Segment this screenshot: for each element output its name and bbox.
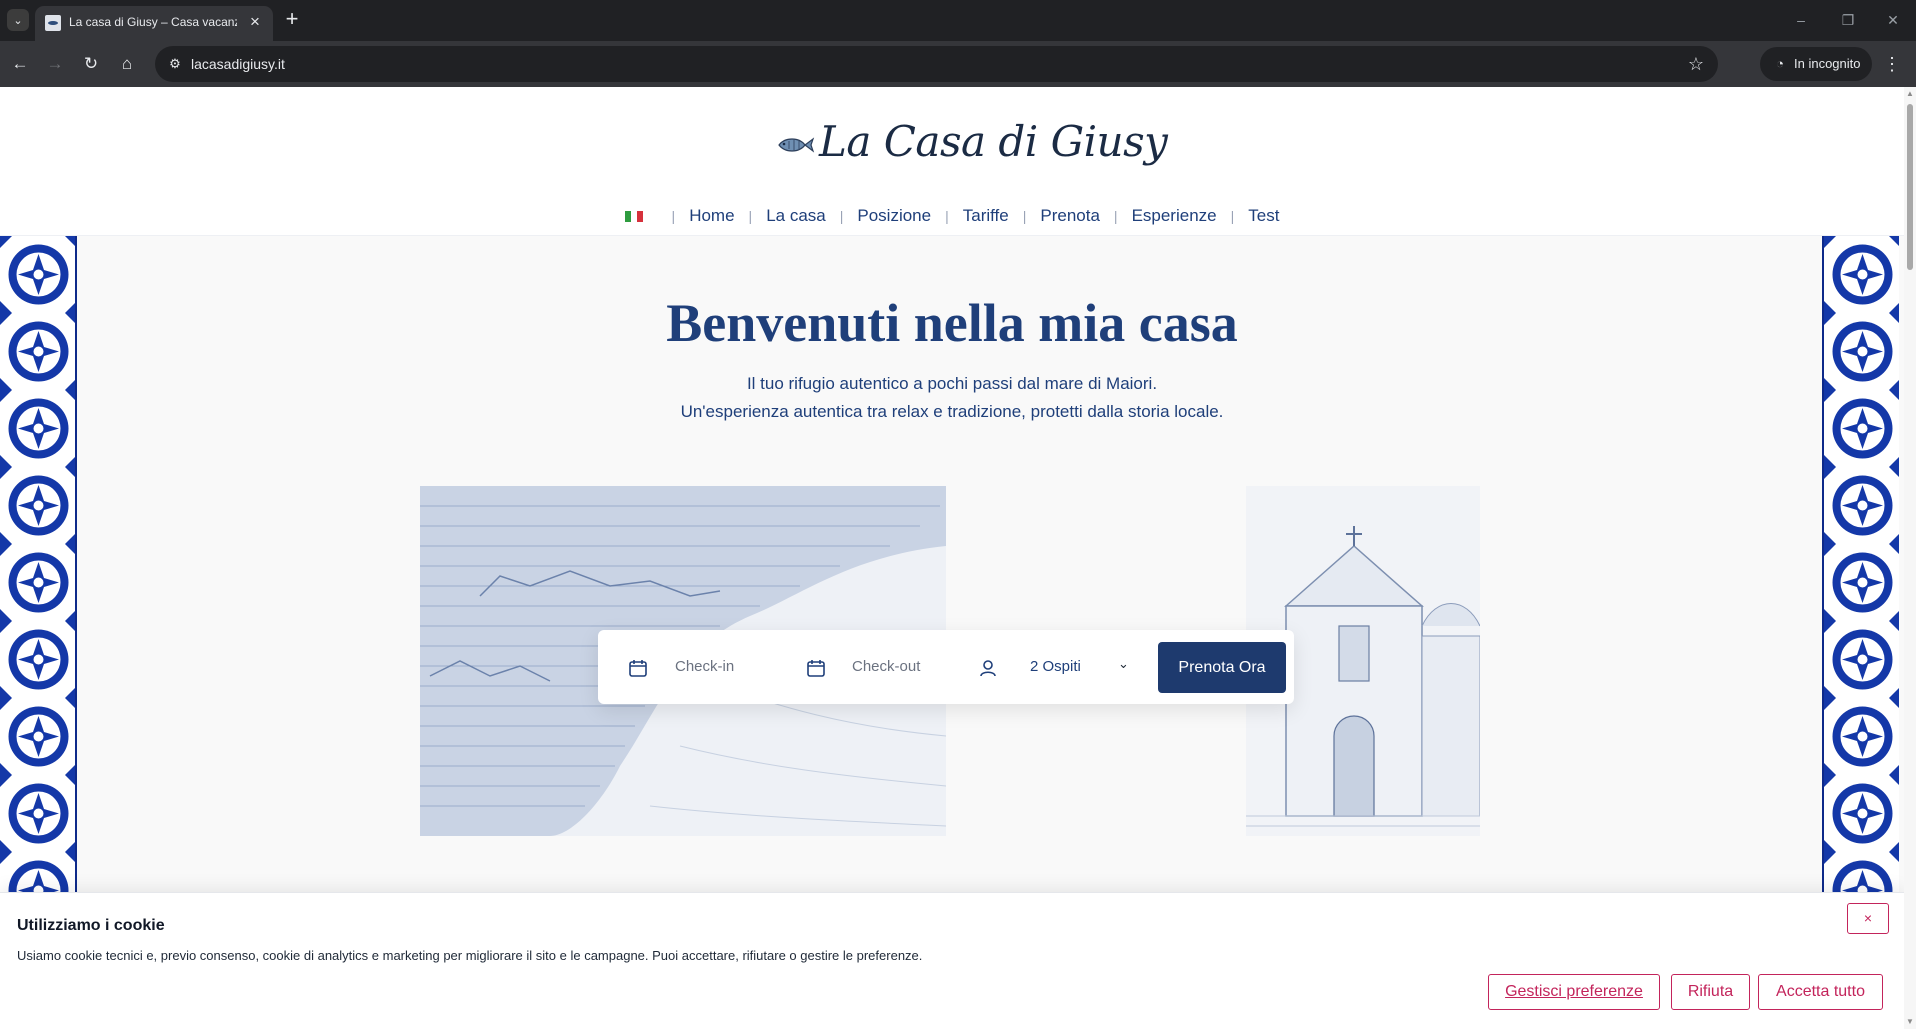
tab-close-icon[interactable]: ×: [245, 12, 265, 32]
page-viewport: La Casa di Giusy | Home | La casa | Posi…: [0, 87, 1904, 1029]
url-text[interactable]: lacasadigiusy.it: [191, 56, 285, 72]
nav-separator: |: [839, 208, 844, 224]
tab-search-chevron-icon[interactable]: ⌄: [7, 9, 29, 31]
site-header: La Casa di Giusy | Home | La casa | Posi…: [0, 87, 1904, 236]
cookie-banner: Utilizziamo i cookie Usiamo cookie tecni…: [0, 892, 1904, 1029]
nav-home[interactable]: Home: [689, 206, 734, 226]
cookie-description: Usiamo cookie tecnici e, previo consenso…: [17, 948, 923, 963]
user-icon: [980, 660, 996, 677]
bookmark-star-icon[interactable]: ☆: [1684, 52, 1708, 76]
cookie-close-button[interactable]: ×: [1847, 903, 1889, 934]
checkout-field[interactable]: Check-out: [852, 658, 920, 675]
main-navigation: | Home | La casa | Posizione | Tariffe |…: [0, 206, 1904, 226]
manage-preferences-button[interactable]: Gestisci preferenze: [1488, 974, 1660, 1010]
hero-subtitle-line1: Il tuo rifugio autentico a pochi passi d…: [746, 374, 1158, 393]
site-logo[interactable]: La Casa di Giusy: [775, 117, 1168, 177]
fish-logo-icon: [778, 137, 815, 153]
italian-flag-icon[interactable]: [624, 210, 643, 222]
nav-separator: |: [1022, 208, 1027, 224]
calendar-icon: [807, 660, 825, 677]
logo-text: La Casa di Giusy: [819, 117, 1168, 166]
back-arrow-icon[interactable]: ←: [8, 52, 32, 76]
window-minimize-button[interactable]: –: [1786, 8, 1816, 32]
browser-tab-active[interactable]: La casa di Giusy – Casa vacanze ×: [35, 6, 273, 41]
hero-title: Benvenuti nella mia casa: [666, 293, 1238, 353]
calendar-icon: [629, 660, 647, 677]
hero-subtitle-line2: Un'esperienza autentica tra relax e trad…: [680, 402, 1224, 421]
incognito-indicator[interactable]: ◔ In incognito: [1760, 47, 1872, 81]
nav-test[interactable]: Test: [1248, 206, 1279, 226]
nav-separator: |: [1113, 208, 1118, 224]
new-tab-button[interactable]: +: [280, 8, 304, 32]
browser-menu-icon[interactable]: ⋮: [1880, 52, 1904, 76]
scrollbar-thumb[interactable]: [1907, 104, 1913, 270]
site-info-tune-icon[interactable]: ⚙: [164, 53, 186, 75]
nav-prenota[interactable]: Prenota: [1040, 206, 1100, 226]
nav-separator: |: [748, 208, 753, 224]
browser-tab-bar: ⌄ La casa di Giusy – Casa vacanze × + – …: [0, 0, 1916, 41]
chevron-down-icon[interactable]: ⌄: [1118, 656, 1129, 672]
reject-cookies-button[interactable]: Rifiuta: [1671, 974, 1750, 1010]
nav-posizione[interactable]: Posizione: [857, 206, 931, 226]
accept-all-cookies-button[interactable]: Accetta tutto: [1758, 974, 1883, 1010]
checkin-field[interactable]: Check-in: [675, 658, 734, 675]
nav-separator: |: [1230, 208, 1235, 224]
site-favicon-icon: [45, 15, 61, 31]
forward-arrow-icon[interactable]: →: [43, 52, 67, 76]
incognito-label: In incognito: [1794, 56, 1861, 71]
incognito-icon: ◔: [1776, 56, 1784, 71]
guests-select[interactable]: 2 Ospiti: [1030, 658, 1081, 675]
reload-icon[interactable]: ↻: [79, 52, 103, 76]
nav-esperienze[interactable]: Esperienze: [1132, 206, 1217, 226]
nav-la-casa[interactable]: La casa: [766, 206, 826, 226]
nav-separator: |: [671, 208, 676, 224]
address-bar[interactable]: ⚙ lacasadigiusy.it ☆: [155, 46, 1718, 82]
booking-widget: Check-in Check-out 2 Ospiti ⌄ Prenota Or…: [598, 630, 1294, 704]
tab-title: La casa di Giusy – Casa vacanze: [69, 15, 237, 29]
page-scrollbar[interactable]: ▲ ▼: [1904, 87, 1916, 1029]
scroll-up-arrow-icon[interactable]: ▲: [1904, 87, 1916, 101]
scroll-down-arrow-icon[interactable]: ▼: [1904, 1015, 1916, 1029]
nav-tariffe[interactable]: Tariffe: [963, 206, 1009, 226]
window-close-button[interactable]: ✕: [1878, 8, 1908, 32]
book-now-button[interactable]: Prenota Ora: [1158, 642, 1286, 693]
window-restore-button[interactable]: ❐: [1833, 8, 1863, 32]
nav-separator: |: [945, 208, 949, 224]
cookie-title: Utilizziamo i cookie: [17, 917, 165, 934]
browser-toolbar: ← → ↻ ⌂ ⚙ lacasadigiusy.it ☆ ◔ In incogn…: [0, 41, 1916, 87]
home-icon[interactable]: ⌂: [115, 52, 139, 76]
